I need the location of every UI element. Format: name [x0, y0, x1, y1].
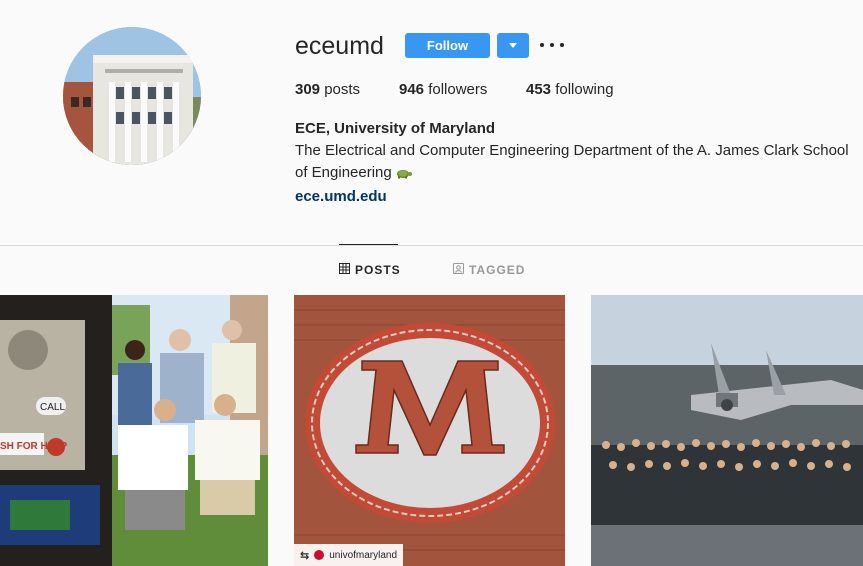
repost-user-avatar: [314, 550, 325, 560]
followers-link[interactable]: 946 followers: [399, 80, 487, 100]
followers-count: 946: [399, 81, 425, 98]
bio-text-block: The Electrical and Computer Engineering …: [295, 140, 860, 186]
more-dot: [550, 43, 554, 47]
posts-label: posts: [324, 81, 361, 98]
repost-badge: ⇆ univofmaryland: [294, 544, 404, 566]
posts-count-stat: 309 posts: [295, 80, 360, 100]
repost-icon: ⇆: [300, 549, 310, 562]
chevron-down-icon: [509, 43, 517, 48]
followers-label: followers: [428, 81, 488, 98]
suggestions-dropdown-button[interactable]: [497, 33, 529, 58]
profile-avatar: [63, 27, 201, 165]
profile-bio: ECE, University of Maryland The Electric…: [295, 118, 860, 208]
website-link[interactable]: ece.umd.edu: [295, 186, 387, 208]
bio-description: The Electrical and Computer Engineering …: [295, 142, 849, 181]
tab-posts-label: POSTS: [355, 263, 401, 277]
grid-icon: [339, 263, 350, 277]
following-count: 453: [526, 81, 552, 98]
post-thumbnail[interactable]: CALL SH FOR HELP: [0, 295, 268, 566]
tab-tagged-label: TAGGED: [469, 263, 526, 277]
following-label: following: [555, 81, 614, 98]
more-dot: [560, 43, 564, 47]
repost-username: univofmaryland: [329, 549, 398, 561]
more-dot: [540, 43, 544, 47]
more-options-button[interactable]: [540, 38, 564, 52]
posts-count: 309: [295, 81, 321, 98]
tag-icon: [453, 263, 464, 277]
post-thumbnail[interactable]: ⇆ univofmaryland: [294, 295, 565, 566]
svg-text:CALL: CALL: [40, 402, 65, 413]
profile-username: eceumd: [295, 32, 384, 60]
turtle-emoji-icon: [396, 164, 412, 186]
following-link[interactable]: 453 following: [526, 80, 614, 100]
follow-button[interactable]: Follow: [405, 33, 490, 58]
post-thumbnail[interactable]: [591, 295, 863, 566]
tabs-divider: [0, 245, 863, 246]
tab-posts[interactable]: POSTS: [339, 263, 401, 277]
profile-full-name: ECE, University of Maryland: [295, 120, 496, 137]
active-tab-indicator: [339, 244, 398, 245]
svg-text:SH FOR HELP: SH FOR HELP: [0, 441, 68, 452]
tab-tagged[interactable]: TAGGED: [453, 263, 525, 277]
